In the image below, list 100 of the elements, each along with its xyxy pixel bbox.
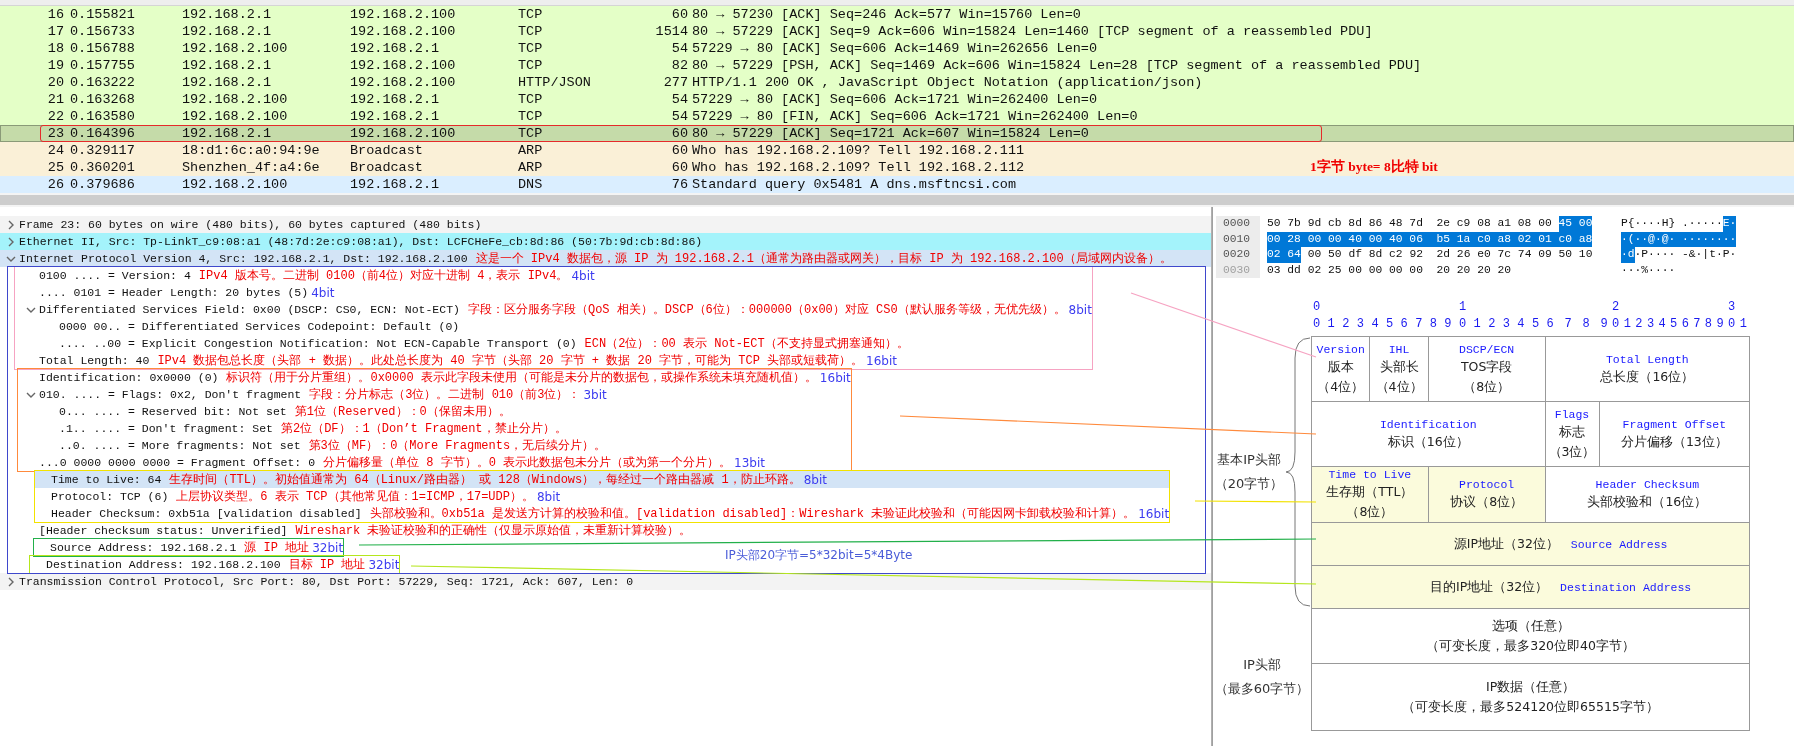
field-label: Differentiated Services Field: 0x00 (DSCP: CS0, ECN: Not-ECT)	[39, 303, 460, 316]
ascii-text[interactable]: E·	[1722, 216, 1737, 232]
bit-number: 3	[1355, 316, 1365, 331]
ascii-text[interactable]: ···%····	[1621, 262, 1676, 278]
table-cell-text: 54	[670, 108, 688, 125]
tree-row[interactable]: .... ..00 = Explicit Congestion Notification: Not ECN-Capable Transport (0) ECN（2位）：00 表示 Not-ECT（不支持显式拥塞通知）。	[15, 335, 1092, 352]
bit-count: 3bit	[583, 387, 607, 402]
hex-bytes[interactable]: 03 dd 02 25 00 00 00 00 20 20 20 20	[1267, 262, 1512, 278]
bit-number: 4	[1370, 316, 1380, 331]
bit-number: 2	[1611, 299, 1621, 314]
tree-row[interactable]: Time to Live: 64 生存时间（TTL）。初始值通常为 64（Linux/路由器） 或 128（Windows），每经过一个路由器减 1，防止环路。 8bit	[35, 471, 1170, 488]
field-description: 标志	[1559, 423, 1585, 441]
packet-row[interactable]: 24 0.329117 18:d1:6c:a0:94:9e Broadcast ARP 60 Who has 192.168.2.109? Tell 192.168.2.111	[0, 142, 1794, 159]
packet-row[interactable]: 19 0.157755 192.168.2.1 192.168.2.100 TCP 82 80 → 57229 [PSH, ACK] Seq=1469 Ack=606 Win=15824 Len=28 [TCP segment of a reassembled PDU]	[0, 57, 1794, 74]
hex-bytes[interactable]: 45 00	[1558, 216, 1593, 232]
chevron-right-icon[interactable]	[6, 236, 16, 247]
tree-row[interactable]: Source Address: 192.168.2.1 源 IP 地址 32bit	[34, 539, 344, 556]
table-cell-text: 80 → 57229 [ACK] Seq=1721 Ack=607 Win=15824 Len=0	[691, 125, 1089, 142]
packet-row[interactable]: 21 0.163268 192.168.2.100 192.168.2.1 TCP 54 57229 → 80 [ACK] Seq=606 Ack=1721 Win=262400 Len=0	[0, 91, 1794, 108]
tree-row[interactable]: ..0. .... = More fragments: Not set 第3位（MF）：0（More Fragments，无后续分片）。	[18, 437, 851, 454]
table-cell-text: 192.168.2.100	[349, 74, 457, 91]
table-cell-text: 192.168.2.100	[349, 125, 457, 142]
table-cell-text: 60	[670, 6, 688, 23]
tree-row[interactable]: Protocol: TCP (6) 上层协议类型。6 表示 TCP（其他常见值：1=ICMP，17=UDP）。 8bit	[35, 488, 1170, 505]
table-cell-text: 192.168.2.1	[349, 108, 441, 125]
tree-row[interactable]: Frame 23: 60 bytes on wire (480 bits), 60 bytes captured (480 bits)	[0, 216, 1211, 233]
table-cell-text: HTTP/1.1 200 OK , JavaScript Object Notation (application/json)	[691, 74, 1203, 91]
hex-bytes[interactable]: 00 28 00 00 40 00 40 06 b5 1a c0 a8 02 01 c0 a8	[1267, 231, 1593, 247]
field-label: [Header checksum status: Unverified]	[39, 524, 288, 537]
table-cell-text: 192.168.2.1	[349, 91, 441, 108]
table-cell-text: 57229 → 80 [ACK] Seq=606 Ack=1469 Win=262656 Len=0	[691, 40, 1098, 57]
packet-row[interactable]: 17 0.156733 192.168.2.1 192.168.2.100 TCP 1514 80 → 57229 [ACK] Seq=9 Ack=606 Win=15824 Len=1460 [TCP segment of a reassembled PDU]	[0, 23, 1794, 40]
table-cell-text: 192.168.2.1	[181, 125, 273, 142]
table-cell-text: 192.168.2.100	[181, 108, 289, 125]
tree-row[interactable]: [Header checksum status: Unverified] Wireshark 未验证校验和的正确性（仅显示原始值，未重新计算校验）。	[8, 522, 692, 539]
tree-row[interactable]: Identification: 0x0000 (0) 标识符（用于分片重组）。0x0000 表示此字段未使用（可能是未分片的数据包，或操作系统未填充随机值）。 16bit	[18, 369, 851, 386]
bit-number: 8	[1703, 316, 1714, 331]
table-cell-text: 18:d1:6c:a0:94:9e	[181, 142, 321, 159]
tree-row[interactable]: Total Length: 40 IPv4 数据包总长度（头部 + 数据）。此处总长度为 40 字节（头部 20 字节 + 数据 20 字节，可能为 TCP 头部或短载荷）。 16bit	[15, 352, 1092, 369]
table-cell-text: 0.379686	[69, 176, 136, 193]
ascii-text[interactable]: ·P···· -&·|t·P·	[1634, 247, 1737, 263]
table-cell-text: Standard query 0x5481 A dns.msftncsi.com	[691, 176, 1017, 193]
tree-row[interactable]: 010. .... = Flags: 0x2, Don't fragment 字段：分片标志（3位）。二进制 010（前3位）： 3bit	[18, 386, 851, 403]
annotation-text: 上层协议类型。6 表示 TCP（其他常见值：1=ICMP，17=UDP）。	[176, 489, 534, 505]
table-cell-text: 22	[46, 108, 64, 125]
table-cell-text: 18	[46, 40, 64, 57]
packet-row[interactable]: 16 0.155821 192.168.2.1 192.168.2.100 TCP 60 80 → 57230 [ACK] Seq=246 Ack=577 Win=15760 Len=0	[0, 6, 1794, 23]
annotation-text: 标识符（用于分片重组）。0x0000 表示此字段未使用（可能是未分片的数据包，或操作系统未填充随机值）。	[226, 370, 817, 386]
bit-number: 1	[1738, 316, 1748, 331]
bit-number: 1	[1326, 316, 1336, 331]
table-cell-text: 0.163268	[69, 91, 136, 108]
annotation-text: IPv4 数据包总长度（头部 + 数据）。此处总长度为 40 字节（头部 20 字节 + 数据 20 字节，可能为 TCP 头部或短载荷）。	[157, 353, 864, 369]
hex-bytes[interactable]: 50 7b 9d cb 8d 86 48 7d 2e c9 08 a1 08 00	[1267, 216, 1552, 232]
tree-row[interactable]: .... 0101 = Header Length: 20 bytes (5) 4bit	[15, 284, 1092, 301]
tree-row[interactable]: Header Checksum: 0xb51a [validation disabled] 头部校验和。0xb51a 是发送方计算的校验和值。[validation disabled]：Wireshark 未验证此校验和（可能因网卡卸载校验和计算）。 16bit	[35, 505, 1170, 522]
hex-bytes[interactable]: 00 50 df 8d c2 92 2d 26 e0 7c 74 09 50 10	[1307, 247, 1593, 263]
tree-row[interactable]: ...0 0000 0000 0000 = Fragment Offset: 0 分片偏移量（单位 8 字节）。0 表示此数据包未分片（或为第一个分片）。 13bit	[18, 454, 851, 471]
packet-row[interactable]: 22 0.163580 192.168.2.100 192.168.2.1 TCP 54 57229 → 80 [FIN, ACK] Seq=606 Ack=1721 Win=262400 Len=0	[0, 108, 1794, 125]
field-name: Version	[1316, 342, 1365, 356]
annotation-text: 第1位（Reserved）：0（保留未用）。	[294, 404, 511, 420]
packet-row[interactable]: 23 0.164396 192.168.2.1 192.168.2.100 TCP 60 80 → 57229 [ACK] Seq=1721 Ack=607 Win=15824 Len=0	[0, 125, 1794, 142]
table-cell-text: 82	[670, 57, 688, 74]
annotation-text: 目标 IP 地址	[288, 557, 366, 573]
table-cell-text: 21	[46, 91, 64, 108]
ascii-text[interactable]: P{····H} .·····	[1621, 216, 1723, 232]
bit-number: 6	[1545, 316, 1555, 331]
table-cell-text: 20	[46, 74, 64, 91]
hex-bytes[interactable]: 02 64	[1267, 247, 1301, 263]
table-cell-text: 192.168.2.1	[349, 176, 441, 193]
ascii-text[interactable]: ·(··@·@· ········	[1621, 231, 1737, 247]
bit-number: 4	[1657, 316, 1667, 331]
bit-number: 6	[1680, 316, 1690, 331]
field-description: （可变长度，最多524120位即65515字节）	[1402, 698, 1659, 716]
field-label: Protocol: TCP (6)	[51, 490, 169, 503]
bit-number: 9	[1599, 316, 1609, 331]
bit-number: 8	[1428, 316, 1438, 331]
side-label: 基本IP头部	[1217, 451, 1281, 469]
tree-row[interactable]: 0100 .... = Version: 4 IPv4 版本号。二进制 0100（前4位）对应十进制 4，表示 IPv4。 4bit	[15, 267, 1092, 284]
table-cell-text: 192.168.2.100	[349, 57, 457, 74]
bit-number: 9	[1443, 316, 1453, 331]
tree-row[interactable]: Differentiated Services Field: 0x00 (DSCP: CS0, ECN: Not-ECT) 字段：区分服务字段（QoS 相关）。DSCP（6位）：000000（0x00）对应 CS0（默认服务等级，无优先级）。 8bit	[15, 301, 1092, 318]
table-cell-text: Who has 192.168.2.109? Tell 192.168.2.111	[691, 142, 1025, 159]
tree-row[interactable]: 0000 00.. = Differentiated Services Codepoint: Default (0)	[15, 318, 1092, 335]
tree-row[interactable]: Destination Address: 192.168.2.100 目标 IP 地址 32bit	[30, 556, 400, 573]
tree-row[interactable]: 0... .... = Reserved bit: Not set 第1位（Reserved）：0（保留未用）。	[18, 403, 851, 420]
table-cell-text: ARP	[517, 159, 544, 176]
bit-count: 4bit	[571, 268, 595, 283]
tree-row[interactable]: Ethernet II, Src: Tp-LinkT_c9:08:a1 (48:7d:2e:c9:08:a1), Dst: LCFCHeFe_cb:8d:86 (50:7b:9d:cb:8d:86)	[0, 233, 1211, 250]
packet-row[interactable]: 26 0.379686 192.168.2.100 192.168.2.1 DNS 76 Standard query 0x5481 A dns.msftncsi.com	[0, 176, 1794, 193]
table-cell-text: 192.168.2.1	[181, 23, 273, 40]
field-description: IP数据（任意）	[1486, 678, 1576, 696]
ascii-text[interactable]: ·d	[1621, 247, 1635, 263]
bit-number: 0	[1312, 299, 1322, 314]
chevron-right-icon[interactable]	[6, 219, 16, 230]
tree-row[interactable]: .1.. .... = Don't fragment: Set 第2位（DF）：1（Don’t Fragment，禁止分片）。	[18, 420, 851, 437]
packet-row[interactable]: 18 0.156788 192.168.2.100 192.168.2.1 TCP 54 57229 → 80 [ACK] Seq=606 Ack=1469 Win=262656 Len=0	[0, 40, 1794, 57]
bit-number: 5	[1530, 316, 1541, 331]
chevron-right-icon[interactable]	[6, 576, 16, 587]
packet-row[interactable]: 20 0.163222 192.168.2.1 192.168.2.100 HTTP/JSON 277 HTTP/1.1 200 OK , JavaScript Object Notation (application/json)	[0, 74, 1794, 91]
table-cell-text: 26	[46, 176, 64, 193]
